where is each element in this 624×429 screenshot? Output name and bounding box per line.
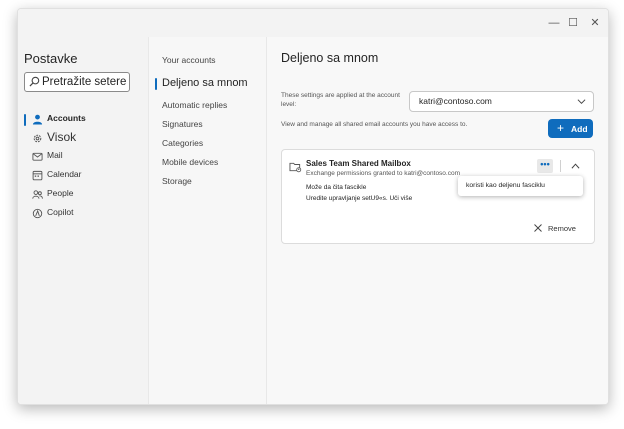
nav-item-label: Calendar	[47, 169, 82, 179]
permission-read-folders: Može da čita fascikle	[306, 184, 367, 191]
title-bar: — ☐ ✕	[18, 9, 608, 37]
subnav-item-storage[interactable]: Storage	[162, 176, 192, 186]
chevron-up-icon[interactable]	[571, 162, 580, 170]
nav-item-accounts[interactable]: Accounts	[24, 111, 144, 129]
calendar-icon	[32, 170, 43, 181]
manage-note: View and manage all shared email account…	[281, 121, 468, 128]
account-select-value: katri@contoso.com	[419, 96, 492, 106]
subnav-item-categories[interactable]: Categories	[162, 138, 203, 148]
more-options-button[interactable]: •••	[537, 159, 553, 173]
divider	[560, 160, 561, 172]
mail-icon	[32, 152, 43, 161]
shared-mailbox-card: Sales Team Shared Mailbox Exchange permi…	[281, 149, 595, 244]
subnav-item-signatures[interactable]: Signatures	[162, 119, 203, 129]
settings-window: — ☐ ✕ Postavke Accounts Visok	[17, 8, 609, 405]
remove-button-label: Remove	[548, 224, 576, 233]
add-button[interactable]: + Add	[548, 119, 593, 138]
search-input[interactable]	[42, 73, 127, 91]
nav-item-label: Mail	[47, 150, 63, 160]
search-box[interactable]	[24, 72, 130, 92]
minimize-button[interactable]: —	[546, 15, 562, 31]
people-icon	[32, 190, 43, 199]
settings-sidebar: Postavke Accounts Visok	[18, 37, 148, 404]
settings-title: Postavke	[24, 51, 78, 66]
permission-manage-settings[interactable]: Uredite upravljanje setU9«s. Uči više	[306, 195, 412, 202]
close-icon	[534, 224, 542, 232]
mailbox-permissions-note: Exchange permissions granted to katri@co…	[306, 170, 461, 177]
subnav-item-shared-with-me[interactable]: Deljeno sa mnom	[162, 77, 248, 89]
chevron-down-icon	[577, 99, 586, 105]
accounts-subnav: Your accounts Deljeno sa mnom Automatic …	[148, 37, 267, 404]
search-icon	[29, 76, 40, 87]
plus-icon: +	[557, 121, 565, 135]
menu-item-use-as-shared-folder[interactable]: koristi kao deljenu fasciklu	[466, 182, 545, 189]
close-button[interactable]: ✕	[587, 15, 603, 31]
nav-item-mail[interactable]: Mail	[24, 148, 144, 166]
nav-item-label: Visok	[47, 130, 77, 144]
remove-button[interactable]: Remove	[534, 223, 584, 235]
page-title: Deljeno sa mnom	[281, 51, 379, 65]
active-indicator	[155, 78, 157, 90]
copilot-icon	[32, 208, 43, 219]
nav-item-people[interactable]: People	[24, 186, 144, 204]
nav-item-copilot[interactable]: Copilot	[24, 205, 144, 223]
nav-item-label: Accounts	[47, 113, 86, 123]
maximize-button[interactable]: ☐	[565, 15, 581, 31]
mailbox-name: Sales Team Shared Mailbox	[306, 159, 411, 168]
subnav-item-automatic-replies[interactable]: Automatic replies	[162, 100, 227, 110]
subnav-item-mobile-devices[interactable]: Mobile devices	[162, 157, 218, 167]
nav-item-calendar[interactable]: Calendar	[24, 167, 144, 185]
person-icon	[32, 114, 43, 125]
more-options-menu: koristi kao deljenu fasciklu	[458, 176, 583, 196]
add-button-label: Add	[571, 124, 588, 134]
nav-item-visok[interactable]: Visok	[24, 130, 144, 148]
account-select[interactable]: katri@contoso.com	[409, 91, 594, 112]
gear-icon	[33, 134, 42, 143]
nav-item-label: People	[47, 188, 74, 198]
account-level-note: These settings are applied at the accoun…	[281, 92, 400, 108]
nav-item-label: Copilot	[47, 207, 74, 217]
shared-folder-icon	[289, 162, 302, 173]
main-panel: Deljeno sa mnom These settings are appli…	[266, 37, 608, 404]
subnav-item-your-accounts[interactable]: Your accounts	[162, 55, 216, 65]
